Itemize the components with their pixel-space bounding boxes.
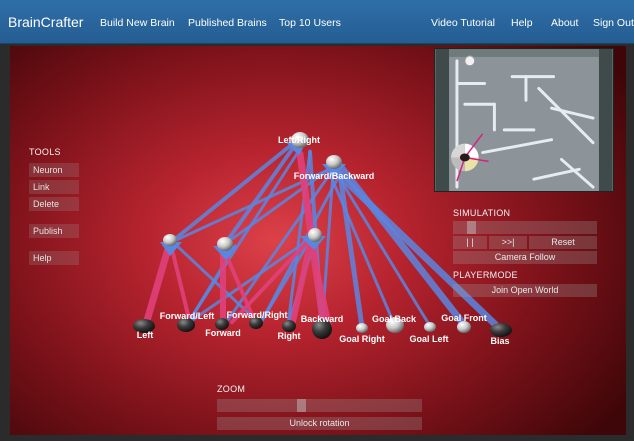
pause-button[interactable]: | | [453,236,487,249]
neuron-hidden-mid [217,237,233,251]
camera-follow-button[interactable]: Camera Follow [453,251,597,264]
delete-button[interactable]: Delete [29,197,79,211]
join-open-world-button[interactable]: Join Open World [453,284,597,297]
publish-button[interactable]: Publish [29,224,79,238]
label-backward: Backward [301,314,344,324]
help-button[interactable]: Help [29,251,79,265]
game-minimap [434,48,614,192]
simulation-speed-slider[interactable] [453,221,597,234]
link [223,146,295,246]
neuron-forward-backward [326,155,342,169]
nav-published-brains[interactable]: Published Brains [188,17,267,29]
label-right: Right [278,331,301,341]
neuron-goal-right [356,323,368,333]
neuron-hidden-right [308,228,322,242]
label-goal-front: Goal Front [441,313,487,323]
brand-logo[interactable]: BrainCrafter [8,14,83,30]
unlock-rotation-button[interactable]: Unlock rotation [217,417,422,430]
simulation-title: SIMULATION [453,208,511,218]
label-goal-back: Goal Back [372,314,417,324]
brain-editor-canvas[interactable]: Left/Right Forward/Backward Forward/Left… [10,46,626,435]
playermode-title: PLAYERMODE [453,270,518,280]
label-goal-right: Goal Right [339,334,385,344]
nav-top-10-users[interactable]: Top 10 Users [279,17,341,29]
label-left: Left [137,330,154,340]
neuron-button[interactable]: Neuron [29,163,79,177]
label-forward-backward: Forward/Backward [294,171,375,181]
fast-forward-button[interactable]: >>| [489,236,527,249]
simulation-speed-thumb[interactable] [467,221,476,234]
label-forward-left: Forward/Left [160,311,215,321]
zoom-slider[interactable] [217,399,422,412]
label-forward-right: Forward/Right [227,310,288,320]
nav-build-new-brain[interactable]: Build New Brain [100,17,175,29]
goal-ball [464,55,476,67]
neuron-bias [490,323,512,337]
label-left-right: Left/Right [278,135,320,145]
top-navbar: BrainCrafter Build New Brain Published B… [0,0,634,44]
nav-sign-out[interactable]: Sign Out [593,17,634,29]
label-bias: Bias [490,336,509,346]
nav-help[interactable]: Help [511,17,533,29]
reset-button[interactable]: Reset [529,236,597,249]
maze-left-frame [435,49,450,191]
label-forward: Forward [205,328,241,338]
maze-right-frame [598,49,613,191]
tools-title: TOOLS [29,147,61,157]
zoom-title: ZOOM [217,384,246,394]
label-goal-left: Goal Left [409,334,448,344]
neuron-hidden-left [163,234,177,246]
neuron-goal-left [424,322,436,332]
link-arrowheads [160,142,346,260]
nav-video-tutorial[interactable]: Video Tutorial [431,17,495,29]
maze-top-frame [449,49,599,57]
nav-about[interactable]: About [551,17,578,29]
zoom-slider-thumb[interactable] [297,399,306,412]
link-button[interactable]: Link [29,180,79,194]
